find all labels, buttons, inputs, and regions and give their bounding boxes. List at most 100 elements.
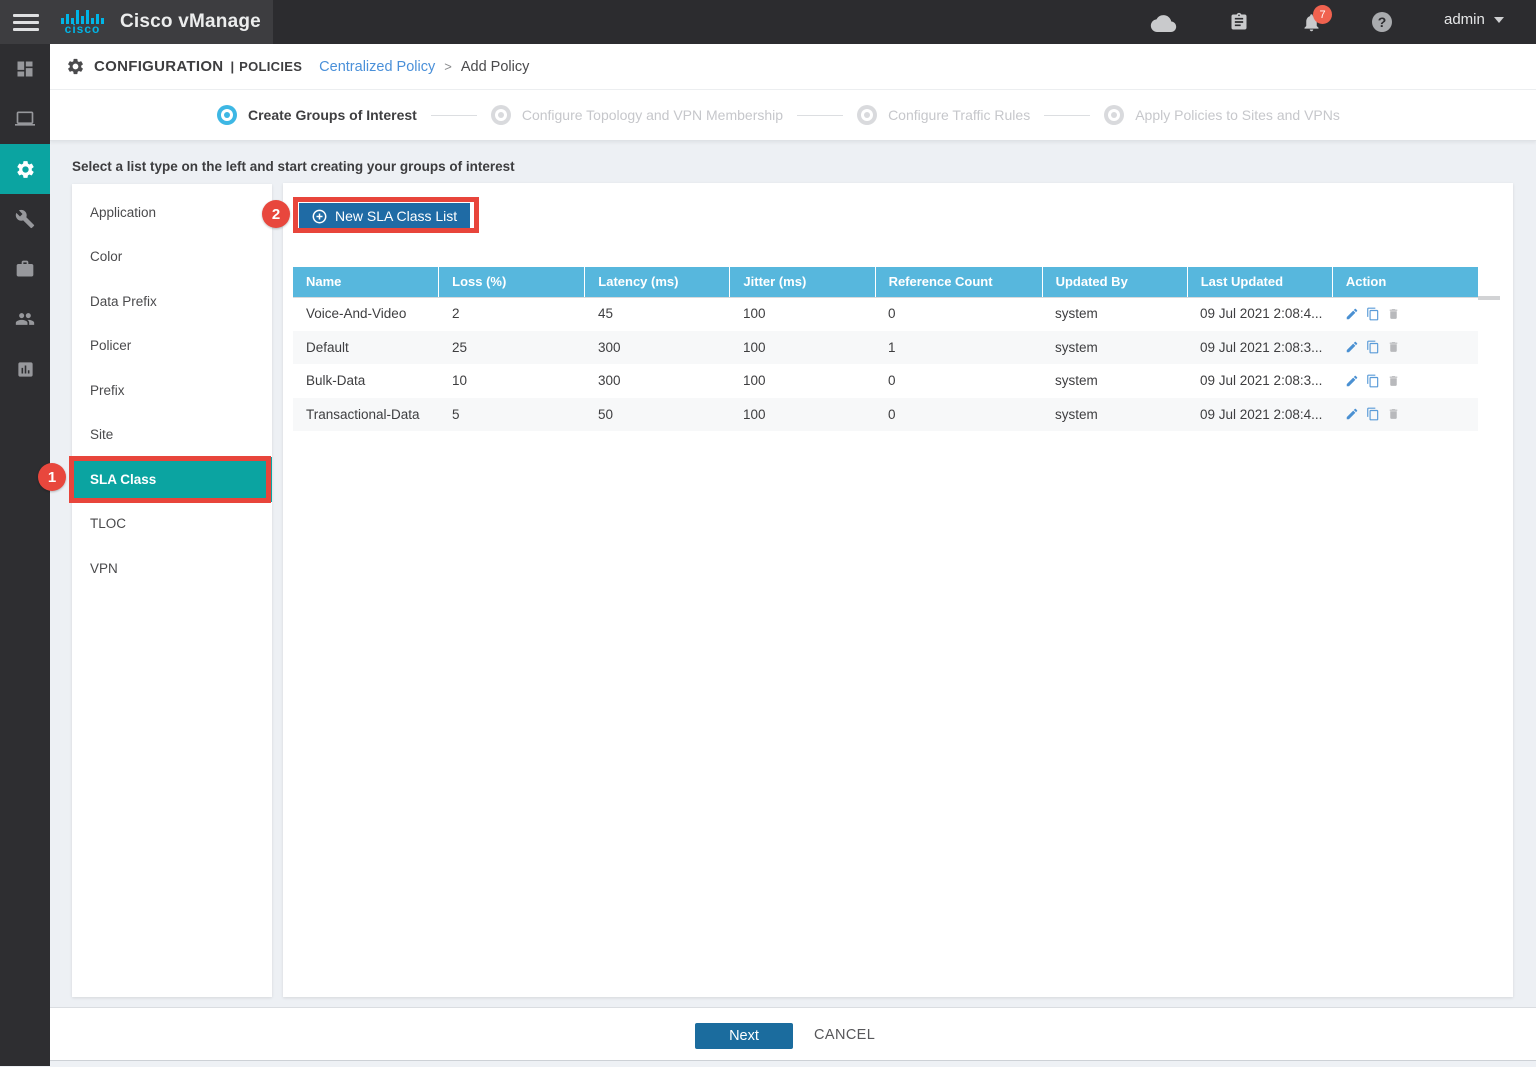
edit-pencil-icon[interactable] [1345, 307, 1359, 321]
wizard-stepper: Create Groups of Interest Configure Topo… [50, 90, 1536, 141]
cell-latency: 45 [585, 306, 730, 321]
cell-loss: 10 [439, 373, 585, 388]
table-header-row: Name Loss (%) Latency (ms) Jitter (ms) R… [293, 267, 1478, 297]
column-header-name: Name [293, 267, 439, 297]
nav-dashboard-icon[interactable] [0, 44, 50, 94]
cloud-icon[interactable] [1150, 13, 1177, 32]
cell-updated-by: system [1042, 306, 1187, 321]
chevron-down-icon [1494, 17, 1504, 23]
left-nav [0, 44, 50, 1066]
step-dot [1104, 105, 1124, 125]
step-configure-traffic-rules[interactable]: Configure Traffic Rules [857, 105, 1030, 125]
step-create-groups-of-interest[interactable]: Create Groups of Interest [217, 105, 417, 125]
table-row: Voice-And-Video 2 45 100 0 system 09 Jul… [293, 297, 1478, 331]
copy-icon[interactable] [1366, 307, 1380, 321]
table-scrollbar-thumb[interactable] [1478, 296, 1500, 300]
user-menu[interactable]: admin [1444, 11, 1504, 28]
annotation-badge-2: 2 [262, 200, 290, 228]
column-header-last-updated: Last Updated [1188, 267, 1333, 297]
top-bar-brand-area: cisco Cisco vManage [0, 0, 273, 44]
configuration-gear-icon [66, 57, 85, 76]
sidebar-item-policer[interactable]: Policer [72, 324, 272, 369]
cell-last-updated: 09 Jul 2021 2:08:4... [1187, 306, 1332, 321]
cell-jitter: 100 [730, 407, 875, 422]
top-bar: cisco Cisco vManage 7 ? admin [0, 0, 1536, 44]
step-connector [431, 115, 477, 116]
new-sla-class-list-button[interactable]: New SLA Class List [299, 203, 470, 229]
delete-trash-icon[interactable] [1387, 307, 1400, 321]
cell-actions [1332, 340, 1478, 354]
edit-pencil-icon[interactable] [1345, 374, 1359, 388]
nav-configuration-icon[interactable] [0, 144, 50, 194]
cell-jitter: 100 [730, 373, 875, 388]
sidebar-item-sla-class[interactable]: SLA Class [72, 457, 272, 502]
table-row: Bulk-Data 10 300 100 0 system 09 Jul 202… [293, 364, 1478, 398]
sidebar-item-vpn[interactable]: VPN [72, 546, 272, 591]
nav-maintenance-briefcase-icon[interactable] [0, 244, 50, 294]
sidebar-item-prefix[interactable]: Prefix [72, 368, 272, 413]
step-configure-topology[interactable]: Configure Topology and VPN Membership [491, 105, 783, 125]
cell-actions [1332, 374, 1478, 388]
help-icon[interactable]: ? [1372, 12, 1392, 32]
cell-loss: 2 [439, 306, 585, 321]
breadcrumb-link-centralized-policy[interactable]: Centralized Policy [319, 59, 435, 75]
cell-reference-count: 0 [875, 407, 1042, 422]
delete-trash-icon[interactable] [1387, 340, 1400, 354]
step-apply-policies[interactable]: Apply Policies to Sites and VPNs [1104, 105, 1340, 125]
column-header-updated-by: Updated By [1043, 267, 1188, 297]
cell-name: Transactional-Data [293, 407, 439, 422]
cell-reference-count: 0 [875, 373, 1042, 388]
breadcrumb-section: CONFIGURATION [94, 58, 223, 75]
delete-trash-icon[interactable] [1387, 374, 1400, 388]
cell-latency: 50 [585, 407, 730, 422]
next-button[interactable]: Next [695, 1023, 793, 1049]
cancel-button[interactable]: CANCEL [814, 1027, 875, 1043]
breadcrumb-chevron: > [444, 59, 452, 74]
sidebar-item-data-prefix[interactable]: Data Prefix [72, 279, 272, 324]
nav-tools-wrench-icon[interactable] [0, 194, 50, 244]
cell-actions [1332, 307, 1478, 321]
tasks-clipboard-icon[interactable] [1229, 11, 1249, 33]
step-connector [797, 115, 843, 116]
step-dot [857, 105, 877, 125]
step-dot [217, 105, 237, 125]
column-header-loss: Loss (%) [439, 267, 585, 297]
step-label: Configure Topology and VPN Membership [522, 107, 783, 123]
cell-loss: 5 [439, 407, 585, 422]
sidebar-item-site[interactable]: Site [72, 413, 272, 458]
copy-icon[interactable] [1366, 374, 1380, 388]
step-dot [491, 105, 511, 125]
edit-pencil-icon[interactable] [1345, 407, 1359, 421]
breadcrumb-subsection: POLICIES [239, 59, 302, 74]
step-label: Create Groups of Interest [248, 107, 417, 123]
breadcrumb: CONFIGURATION | POLICIES Centralized Pol… [50, 44, 1536, 90]
cisco-logo: cisco [61, 9, 104, 35]
breadcrumb-current: Add Policy [461, 59, 530, 75]
copy-icon[interactable] [1366, 340, 1380, 354]
column-header-action: Action [1333, 267, 1478, 297]
cell-updated-by: system [1042, 407, 1187, 422]
nav-monitor-icon[interactable] [0, 94, 50, 144]
sidebar-item-tloc[interactable]: TLOC [72, 502, 272, 547]
cell-name: Default [293, 340, 439, 355]
step-connector [1044, 115, 1090, 116]
sla-class-table: Name Loss (%) Latency (ms) Jitter (ms) R… [293, 267, 1478, 431]
edit-pencil-icon[interactable] [1345, 340, 1359, 354]
cell-reference-count: 1 [875, 340, 1042, 355]
delete-trash-icon[interactable] [1387, 407, 1400, 421]
cell-last-updated: 09 Jul 2021 2:08:4... [1187, 407, 1332, 422]
cell-loss: 25 [439, 340, 585, 355]
nav-administration-users-icon[interactable] [0, 294, 50, 344]
notification-badge: 7 [1313, 5, 1332, 24]
copy-icon[interactable] [1366, 407, 1380, 421]
nav-analytics-chart-icon[interactable] [0, 344, 50, 394]
new-button-label: New SLA Class List [335, 208, 457, 224]
page-heading: Select a list type on the left and start… [72, 159, 515, 174]
sidebar-item-color[interactable]: Color [72, 235, 272, 280]
cell-reference-count: 0 [875, 306, 1042, 321]
table-row: Transactional-Data 5 50 100 0 system 09 … [293, 398, 1478, 432]
list-type-panel: Application Color Data Prefix Policer Pr… [72, 184, 272, 997]
sidebar-item-application[interactable]: Application [72, 190, 272, 235]
hamburger-menu-icon[interactable] [13, 10, 39, 35]
wizard-footer [50, 1007, 1536, 1061]
